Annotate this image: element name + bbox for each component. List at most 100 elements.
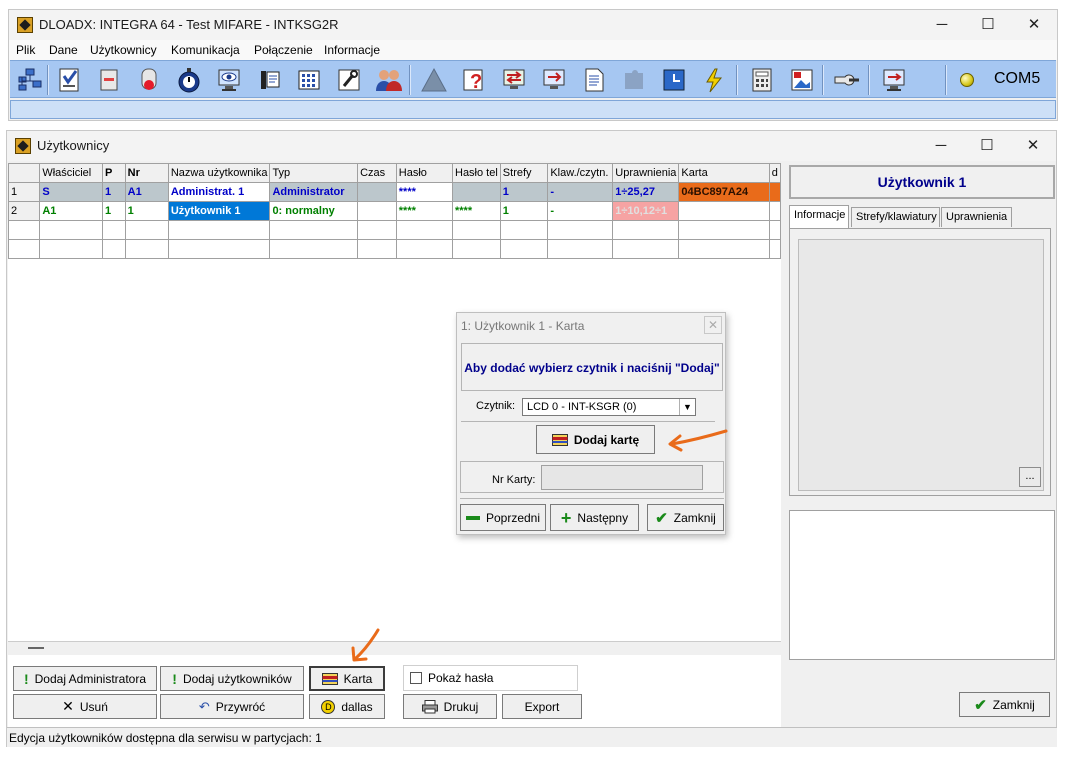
clock-icon[interactable]	[659, 65, 689, 95]
column-header[interactable]: Uprawnienia	[612, 163, 680, 183]
card-number-field[interactable]	[541, 465, 703, 490]
show-passwords-checkbox[interactable]	[410, 672, 422, 684]
users-close-button[interactable]: ✕	[1010, 131, 1056, 161]
delete-button[interactable]: ✕ Usuń	[13, 694, 157, 719]
password-cell[interactable]: ****	[395, 182, 454, 202]
restore-button[interactable]: ↶ Przywróć	[160, 694, 304, 719]
main-titlebar[interactable]: DLOADX: INTEGRA 64 - Test MIFARE - INTKS…	[9, 10, 1057, 40]
tab-informacje[interactable]: Informacje	[789, 205, 849, 228]
print-button[interactable]: Drukuj	[403, 694, 497, 719]
column-header[interactable]: Właściciel	[39, 163, 104, 183]
key-icon[interactable]	[832, 65, 862, 95]
users-icon[interactable]	[374, 65, 404, 95]
owner-cell[interactable]: A1	[39, 201, 104, 221]
tab-strefy-klawiatury[interactable]: Strefy/klawiatury	[851, 207, 940, 227]
column-header[interactable]: Hasło	[395, 163, 454, 183]
minimize-button[interactable]: ─	[919, 10, 965, 40]
add-admin-button[interactable]: ! Dodaj Administratora	[13, 666, 157, 691]
tab-uprawnienia[interactable]: Uprawnienia	[941, 207, 1012, 227]
owner-cell[interactable]: S	[39, 182, 104, 202]
column-header[interactable]: Nr	[124, 163, 169, 183]
monitor-eye-icon[interactable]	[214, 65, 244, 95]
chevron-down-icon[interactable]: ▼	[679, 399, 695, 415]
previous-button[interactable]: Poprzedni	[460, 504, 546, 531]
number-cell[interactable]: 1	[124, 201, 169, 221]
phone-password-cell[interactable]	[452, 182, 501, 202]
screen-arrow-icon[interactable]	[539, 65, 569, 95]
dallas-button[interactable]: D dallas	[309, 694, 385, 719]
zones-cell[interactable]: 1	[499, 182, 549, 202]
table-row[interactable]	[7, 239, 782, 259]
menu-polaczenie[interactable]: Połączenie	[254, 43, 313, 57]
keypad-reader-cell[interactable]: -	[547, 182, 614, 202]
menu-plik[interactable]: Plik	[16, 43, 35, 57]
password-cell[interactable]: ****	[395, 201, 454, 221]
close-users-button[interactable]: ✔ Zamknij	[959, 692, 1050, 717]
triangle-icon[interactable]	[419, 65, 449, 95]
column-header[interactable]: Klaw./czytn.	[547, 163, 614, 183]
number-cell[interactable]: A1	[124, 182, 169, 202]
users-titlebar[interactable]: Użytkownicy ─ ☐ ✕	[7, 131, 1056, 161]
phone-password-cell[interactable]: ****	[452, 201, 501, 221]
extra-cell[interactable]	[768, 201, 782, 221]
rights-cell[interactable]: 1÷25,27	[612, 182, 680, 202]
checklist-icon[interactable]	[54, 65, 84, 95]
card-cell[interactable]	[678, 201, 770, 221]
menu-uzytkownicy[interactable]: Użytkownicy	[90, 43, 157, 57]
zones-cell[interactable]: 1	[499, 201, 549, 221]
table-row[interactable]	[7, 220, 782, 240]
column-header[interactable]: Nazwa użytkownika	[167, 163, 271, 183]
type-cell[interactable]: 0: normalny	[269, 201, 359, 221]
module-icon[interactable]	[94, 65, 124, 95]
column-header[interactable]: Typ	[269, 163, 359, 183]
transfer-icon[interactable]	[499, 65, 529, 95]
question-icon[interactable]: ?	[459, 65, 489, 95]
menu-dane[interactable]: Dane	[49, 43, 78, 57]
lightning-icon[interactable]	[699, 65, 729, 95]
time-cell[interactable]	[357, 201, 397, 221]
document-icon[interactable]	[579, 65, 609, 95]
rights-cell[interactable]: 1÷10,12÷1	[612, 201, 680, 221]
export-button[interactable]: Export	[502, 694, 582, 719]
partition-cell[interactable]: 1	[102, 182, 126, 202]
keypad-reader-cell[interactable]: -	[547, 201, 614, 221]
picture-icon[interactable]	[787, 65, 817, 95]
reader-select[interactable]: LCD 0 - INT-KSGR (0) ▼	[522, 398, 696, 416]
column-header[interactable]: Strefy	[499, 163, 549, 183]
users-maximize-button[interactable]: ☐	[964, 131, 1010, 161]
column-header[interactable]: Czas	[357, 163, 397, 183]
dialog-close-button[interactable]: ✕	[704, 316, 722, 334]
username-cell[interactable]: Administrat. 1	[167, 182, 271, 202]
row-number[interactable]: 1	[7, 182, 41, 202]
horizontal-scrollbar[interactable]	[8, 641, 781, 655]
next-button[interactable]: + Następny	[550, 504, 639, 531]
column-header[interactable]: P	[102, 163, 126, 183]
column-header[interactable]: Hasło tel	[452, 163, 501, 183]
time-cell[interactable]	[357, 182, 397, 202]
scrollbar-thumb[interactable]	[28, 647, 44, 649]
keypad-icon[interactable]	[294, 65, 324, 95]
close-button[interactable]: ✕	[1011, 10, 1057, 40]
extra-cell[interactable]	[768, 182, 782, 202]
column-header[interactable]: Karta	[678, 163, 770, 183]
table-row[interactable]: 2 A1 1 1 Użytkownik 1 0: normalny **** *…	[7, 201, 782, 221]
card-button[interactable]: Karta	[309, 666, 385, 691]
users-minimize-button[interactable]: ─	[918, 131, 964, 161]
add-card-button[interactable]: Dodaj kartę	[536, 425, 655, 454]
dialog-close-btn[interactable]: ✔ Zamknij	[647, 504, 724, 531]
menu-komunikacja[interactable]: Komunikacja	[171, 43, 240, 57]
tools-icon[interactable]	[334, 65, 364, 95]
puzzle-icon[interactable]	[619, 65, 649, 95]
phone-icon[interactable]	[254, 65, 284, 95]
pc-connect-icon[interactable]	[880, 65, 910, 95]
calculator-icon[interactable]	[747, 65, 777, 95]
more-button[interactable]: ...	[1019, 467, 1041, 487]
type-cell[interactable]: Administrator	[269, 182, 359, 202]
partition-cell[interactable]: 1	[102, 201, 126, 221]
username-cell[interactable]: Użytkownik 1	[167, 201, 271, 221]
column-header[interactable]: d	[768, 163, 782, 183]
timer-icon[interactable]	[174, 65, 204, 95]
siren-icon[interactable]	[134, 65, 164, 95]
table-row[interactable]: 1 S 1 A1 Administrat. 1 Administrator **…	[7, 182, 782, 202]
structure-icon[interactable]	[15, 65, 45, 95]
